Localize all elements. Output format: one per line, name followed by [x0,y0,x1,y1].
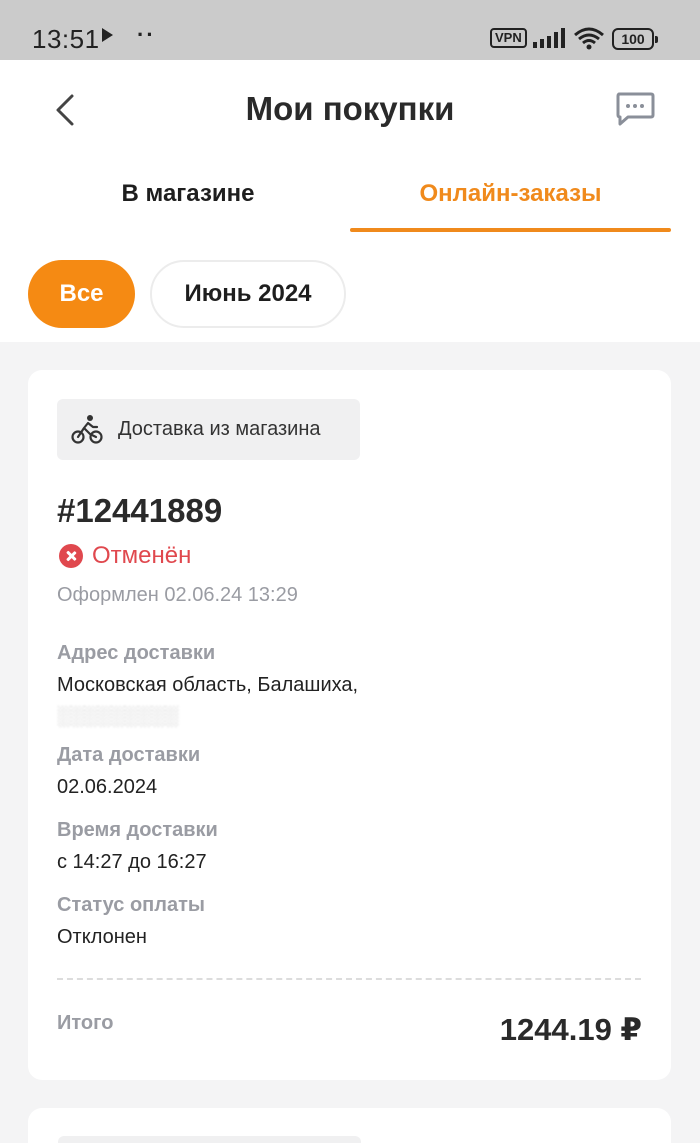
active-tab-indicator [350,228,671,232]
dashed-divider [57,978,641,980]
top-panel: Мои покупки В магазине Онлайн-заказы Все… [0,60,700,342]
delivery-date-label: Дата доставки [57,744,201,766]
tabs: В магазине Онлайн-заказы [0,170,700,234]
delivery-date-value: 02.06.2024 [57,776,158,798]
signal-icon [533,28,565,48]
delivery-time-value: с 14:27 до 16:27 [57,851,207,873]
address-redaction [388,676,648,698]
courier-bike-icon [71,415,103,444]
status-time: 13:51 [32,24,100,54]
status-bar: 13:51 ·· VPN 100 [0,0,700,60]
tab-online-orders[interactable]: Онлайн-заказы [350,180,671,234]
order-card-next[interactable] [28,1108,671,1143]
delivery-type-badge-next [58,1136,361,1143]
delivery-type-badge: Доставка из магазина [57,399,360,460]
payment-status-value: Отклонен [57,926,147,948]
page-title: Мои покупки [245,90,455,127]
order-number: #12441889 [57,492,223,529]
vpn-icon: VPN [490,28,527,48]
wifi-icon [574,27,604,50]
chat-icon[interactable] [614,90,656,130]
delivery-time-label: Время доставки [57,819,218,841]
filter-all-chip[interactable]: Все [28,260,135,328]
notification-dots: ·· [137,22,156,47]
delivery-type-label: Доставка из магазина [118,418,321,440]
order-created-date: Оформлен 02.06.24 13:29 [57,584,298,606]
order-status-label: Отменён [92,542,192,569]
play-icon [102,28,113,42]
address-label: Адрес доставки [57,642,216,664]
address-value: Московская область, Балашиха, [57,674,359,696]
address-redacted-line: ░░░░░░░░░ [57,706,179,727]
filter-month-chip[interactable]: Июнь 2024 [150,260,346,328]
tab-in-store[interactable]: В магазине [28,180,348,234]
total-label: Итого [57,1012,114,1034]
cancelled-icon [59,544,83,568]
total-value: 1244.19 ₽ [499,1012,642,1047]
battery-icon: 100 [612,28,658,50]
payment-status-label: Статус оплаты [57,894,205,916]
order-card[interactable]: Доставка из магазина #12441889 Отменён О… [28,370,671,1080]
